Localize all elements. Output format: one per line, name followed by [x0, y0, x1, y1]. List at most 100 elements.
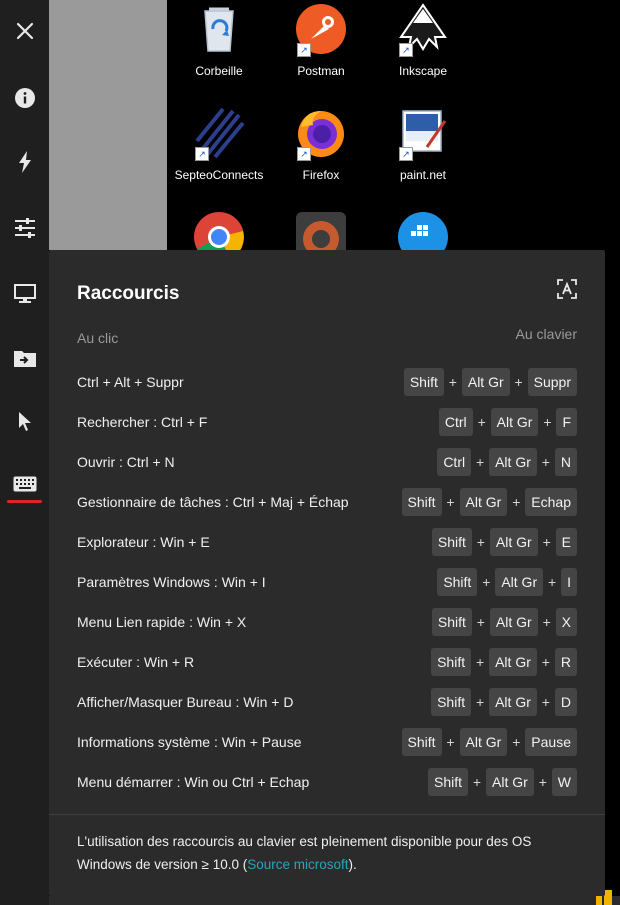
desktop-icon-paint-net[interactable]: ↗ paint.net	[371, 107, 475, 182]
key[interactable]: Shift	[431, 608, 472, 636]
key[interactable]: Suppr	[527, 368, 577, 396]
key[interactable]: Alt Gr	[489, 448, 537, 476]
key[interactable]: Alt Gr	[489, 648, 537, 676]
plus-sign: +	[542, 614, 551, 630]
settings-button[interactable]	[0, 208, 49, 248]
key[interactable]: Shift	[427, 768, 468, 796]
key[interactable]: Shift	[403, 368, 444, 396]
active-indicator	[7, 500, 42, 503]
plus-sign: +	[476, 534, 485, 550]
key[interactable]: Pause	[525, 728, 577, 756]
shortcut-label[interactable]: Rechercher : Ctrl + F	[77, 414, 207, 430]
close-button[interactable]	[0, 11, 49, 51]
key[interactable]: Shift	[401, 728, 442, 756]
panel-title: Raccourcis	[77, 283, 180, 304]
key-combo: Shift + Alt Gr + E	[431, 528, 577, 556]
window-edge	[49, 0, 167, 250]
key[interactable]: N	[554, 448, 577, 476]
desktop-icon-label: Firefox	[302, 168, 340, 182]
key[interactable]: R	[554, 648, 577, 676]
source-microsoft-link[interactable]: Source microsoft	[247, 857, 348, 872]
shortcut-label[interactable]: Gestionnaire de tâches : Ctrl + Maj + Éc…	[77, 494, 349, 510]
key[interactable]: Alt Gr	[490, 408, 539, 436]
display-button[interactable]	[0, 274, 49, 314]
key[interactable]: I	[561, 568, 577, 596]
key[interactable]: X	[555, 608, 577, 636]
shortcut-label[interactable]: Explorateur : Win + E	[77, 534, 210, 550]
desktop-icon-label: paint.net	[399, 168, 447, 182]
desktop-icon-label: Inkscape	[398, 64, 448, 78]
desktop-icon-label: Postman	[297, 64, 345, 78]
shortcut-label[interactable]: Exécuter : Win + R	[77, 654, 194, 670]
close-icon	[16, 22, 33, 40]
desktop-icon-firefox[interactable]: ↗ Firefox	[269, 107, 373, 182]
inkscape-icon: ↗	[397, 3, 449, 57]
desktop-icon-docker[interactable]	[371, 211, 475, 250]
key[interactable]: Alt Gr	[459, 728, 508, 756]
chrome-icon	[193, 211, 245, 250]
key[interactable]: Alt Gr	[461, 368, 510, 396]
keyboard-button[interactable]	[0, 464, 49, 504]
septeo-icon: ↗	[193, 107, 245, 161]
footnote-end: ).	[348, 857, 357, 872]
shortcut-label[interactable]: Ctrl + Alt + Suppr	[77, 374, 184, 390]
key[interactable]: Ctrl	[438, 408, 473, 436]
plus-sign: +	[541, 454, 550, 470]
key[interactable]: Alt Gr	[486, 768, 534, 796]
key-combo: Shift + Alt Gr + I	[437, 568, 577, 596]
key-combo: Shift + Alt Gr + Echap	[401, 488, 577, 516]
shortcut-label[interactable]: Afficher/Masquer Bureau : Win + D	[77, 694, 293, 710]
key[interactable]: E	[555, 528, 577, 556]
file-transfer-icon	[13, 351, 36, 367]
plus-sign: +	[476, 614, 485, 630]
shortcut-label[interactable]: Paramètres Windows : Win + I	[77, 574, 266, 590]
desktop-icon-inkscape[interactable]: ↗ Inkscape	[371, 3, 475, 78]
key[interactable]: Alt Gr	[495, 568, 544, 596]
key[interactable]: D	[554, 688, 577, 716]
key-combo: Shift + Alt Gr + X	[431, 608, 577, 636]
shortcut-label[interactable]: Informations système : Win + Pause	[77, 734, 301, 750]
key-combo: Shift + Alt Gr + Pause	[401, 728, 577, 756]
shortcut-arrow-icon: ↗	[399, 43, 413, 57]
key[interactable]: Alt Gr	[489, 688, 537, 716]
shortcut-label[interactable]: Menu démarrer : Win ou Ctrl + Echap	[77, 774, 309, 790]
key[interactable]: Echap	[525, 488, 577, 516]
monitor-icon	[13, 284, 36, 303]
key[interactable]: Alt Gr	[489, 528, 538, 556]
key[interactable]: Alt Gr	[459, 488, 508, 516]
shortcut-arrow-icon: ↗	[297, 147, 311, 161]
plus-sign: +	[446, 734, 455, 750]
desktop-icon-chrome[interactable]	[167, 211, 271, 250]
desktop-icon-label: Corbeille	[195, 64, 243, 78]
key[interactable]: Shift	[401, 488, 442, 516]
key[interactable]: Ctrl	[437, 448, 472, 476]
plus-sign: +	[548, 574, 557, 590]
key[interactable]: Shift	[431, 528, 472, 556]
desktop-icon-postman[interactable]: ↗ Postman	[269, 3, 373, 78]
key[interactable]: Alt Gr	[489, 608, 538, 636]
plus-sign: +	[514, 374, 523, 390]
key[interactable]: Shift	[431, 688, 472, 716]
desktop-icon-game[interactable]	[269, 211, 373, 250]
info-icon	[14, 88, 35, 108]
shortcut-label[interactable]: Menu Lien rapide : Win + X	[77, 614, 246, 630]
postman-icon: ↗	[295, 3, 347, 57]
shortcut-row: Explorateur : Win + E Shift + Alt Gr + E	[77, 522, 577, 562]
key[interactable]: W	[551, 768, 577, 796]
desktop-icon-corbeille[interactable]: Corbeille	[167, 3, 271, 78]
shortcut-row: Ctrl + Alt + Suppr Shift + Alt Gr + Supp…	[77, 362, 577, 402]
shortcut-label[interactable]: Ouvrir : Ctrl + N	[77, 454, 175, 470]
cursor-button[interactable]	[0, 402, 49, 442]
desktop-icon-septeoconnects[interactable]: ↗ SepteoConnects	[167, 107, 271, 182]
lightning-button[interactable]	[0, 142, 49, 182]
info-button[interactable]	[0, 78, 49, 118]
key[interactable]: Shift	[437, 568, 478, 596]
scan-text-button[interactable]	[556, 278, 578, 300]
file-transfer-button[interactable]	[0, 338, 49, 378]
side-toolbar	[0, 0, 49, 905]
shortcut-row: Ouvrir : Ctrl + N Ctrl + Alt Gr + N	[77, 442, 577, 482]
key[interactable]: F	[556, 408, 577, 436]
plus-sign: +	[472, 774, 482, 790]
key[interactable]: Shift	[431, 648, 472, 676]
plus-sign: +	[542, 534, 551, 550]
